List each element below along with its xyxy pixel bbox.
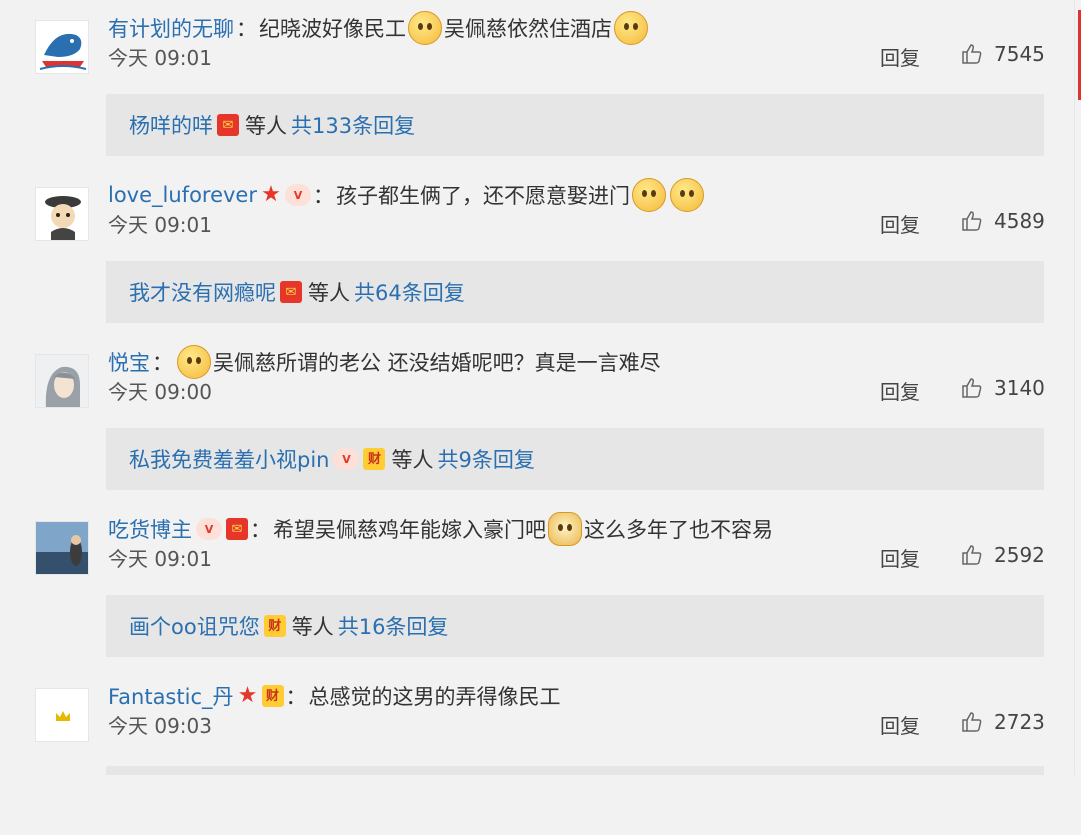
vip-badge-icon: V (285, 184, 311, 206)
comment-username[interactable]: 吃货博主 (108, 514, 192, 544)
emoticon-icon (177, 345, 211, 379)
thumbs-up-icon (962, 545, 982, 565)
sub-replies-bar[interactable]: 画个oo诅咒您 财 等人 共16条回复 (106, 595, 1044, 657)
like-count: 2592 (994, 543, 1045, 567)
comment-item: 有计划的无聊 ： 纪晓波好像民工 吴佩慈依然住酒店 今天 09:01 回复 75… (0, 0, 1060, 167)
thumbs-up-icon (962, 378, 982, 398)
sub-reply-count[interactable]: 共64条回复 (354, 277, 465, 307)
like-count: 4589 (994, 209, 1045, 233)
colon: ： (152, 351, 173, 375)
like-count: 3140 (994, 376, 1045, 400)
comment-username[interactable]: Fantastic_丹 (108, 681, 234, 711)
comment-text: 孩子都生俩了，还不愿意娶进门 (336, 184, 630, 208)
comment-username[interactable]: love_luforever (108, 183, 257, 207)
comment-item: love_luforever ★ V ： 孩子都生俩了，还不愿意娶进门 今天 0… (0, 167, 1060, 334)
comment-text: 总感觉的这男的弄得像民工 (308, 685, 561, 709)
reply-button[interactable]: 回复 (880, 42, 920, 71)
avatar[interactable] (35, 521, 89, 575)
hongbao-badge-icon: ✉ (217, 114, 239, 136)
cai-badge-icon: 财 (363, 448, 386, 470)
sub-replies-bar[interactable]: 我才没有网瘾呢 ✉ 等人 共64条回复 (106, 261, 1044, 323)
comment-text: 吴佩慈所谓的老公 还没结婚呢吧？真是一言难尽 (213, 351, 661, 375)
sub-reply-etc: 等人 (308, 281, 350, 305)
comment-username[interactable]: 有计划的无聊 (108, 13, 234, 43)
thumbs-up-icon (962, 712, 982, 732)
comment-item: Fantastic_丹 ★ 财 ： 总感觉的这男的弄得像民工 今天 09:03 … (0, 668, 1060, 835)
avatar[interactable] (35, 688, 89, 742)
comment-time: 今天 09:00 (108, 380, 212, 404)
emoticon-icon (408, 11, 442, 45)
hongbao-badge-icon: ✉ (226, 518, 248, 540)
cai-badge-icon: 财 (263, 615, 286, 637)
like-button[interactable]: 2723 (960, 710, 1045, 734)
doge-emoticon-icon (548, 512, 582, 546)
sub-reply-etc: 等人 (391, 448, 434, 472)
colon: ： (313, 184, 334, 208)
like-count: 7545 (994, 42, 1045, 66)
comment-time: 今天 09:01 (108, 213, 212, 237)
sub-reply-etc: 等人 (291, 615, 334, 639)
sub-reply-count[interactable]: 共16条回复 (338, 611, 449, 641)
sub-reply-count[interactable]: 共133条回复 (291, 110, 415, 140)
star-badge-icon: ★ (237, 683, 258, 708)
comment-text: 这么多年了也不容易 (584, 518, 773, 542)
sub-replies-bar[interactable]: 私我免费羞羞小视pin V 财 等人 共9条回复 (106, 428, 1044, 490)
comment-item: 悦宝 ： 吴佩慈所谓的老公 还没结婚呢吧？真是一言难尽 今天 09:00 回复 … (0, 334, 1060, 501)
colon: ： (285, 685, 307, 709)
comment-time: 今天 09:03 (108, 714, 212, 738)
sub-reply-user[interactable]: 私我免费羞羞小视pin (129, 444, 329, 474)
comment-item: 吃货博主 V ✉ ： 希望吴佩慈鸡年能嫁入豪门吧 这么多年了也不容易 今天 09… (0, 501, 1060, 668)
cai-badge-icon: 财 (261, 685, 284, 707)
reply-button[interactable]: 回复 (880, 710, 920, 739)
like-button[interactable]: 3140 (960, 376, 1045, 400)
avatar[interactable] (35, 20, 89, 74)
like-button[interactable]: 4589 (960, 209, 1045, 233)
reply-button[interactable]: 回复 (880, 209, 920, 238)
like-button[interactable]: 7545 (960, 42, 1045, 66)
comment-username[interactable]: 悦宝 (108, 347, 150, 377)
vip-badge-icon: V (196, 518, 222, 540)
hongbao-badge-icon: ✉ (280, 281, 302, 303)
emoticon-icon (614, 11, 648, 45)
like-button[interactable]: 2592 (960, 543, 1045, 567)
emoticon-icon (670, 178, 704, 212)
star-badge-icon: ★ (261, 182, 281, 207)
comment-text: 吴佩慈依然住酒店 (444, 17, 612, 41)
sub-reply-user[interactable]: 画个oo诅咒您 (129, 611, 260, 641)
sub-reply-user[interactable]: 杨咩的咩 (129, 110, 213, 140)
avatar[interactable] (35, 187, 89, 241)
thumbs-up-icon (962, 44, 982, 64)
reply-button[interactable]: 回复 (880, 376, 920, 405)
right-scrollbar[interactable] (1074, 0, 1081, 775)
comment-text: 希望吴佩慈鸡年能嫁入豪门吧 (273, 518, 546, 542)
sub-reply-count[interactable]: 共9条回复 (437, 444, 534, 474)
reply-button[interactable]: 回复 (880, 543, 920, 572)
colon: ： (236, 17, 257, 41)
thumbs-up-icon (962, 211, 982, 231)
avatar[interactable] (35, 354, 89, 408)
sub-replies-bar[interactable]: 杨咩的咩 ✉ 等人 共133条回复 (106, 94, 1044, 156)
emoticon-icon (632, 178, 666, 212)
vip-badge-icon: V (333, 448, 360, 470)
colon: ： (250, 518, 271, 542)
sub-reply-etc: 等人 (245, 114, 287, 138)
comment-time: 今天 09:01 (108, 547, 212, 571)
sub-replies-bar-partial[interactable] (106, 766, 1044, 775)
comment-time: 今天 09:01 (108, 46, 212, 70)
comment-text: 纪晓波好像民工 (259, 17, 406, 41)
sub-reply-user[interactable]: 我才没有网瘾呢 (129, 277, 276, 307)
like-count: 2723 (994, 710, 1045, 734)
